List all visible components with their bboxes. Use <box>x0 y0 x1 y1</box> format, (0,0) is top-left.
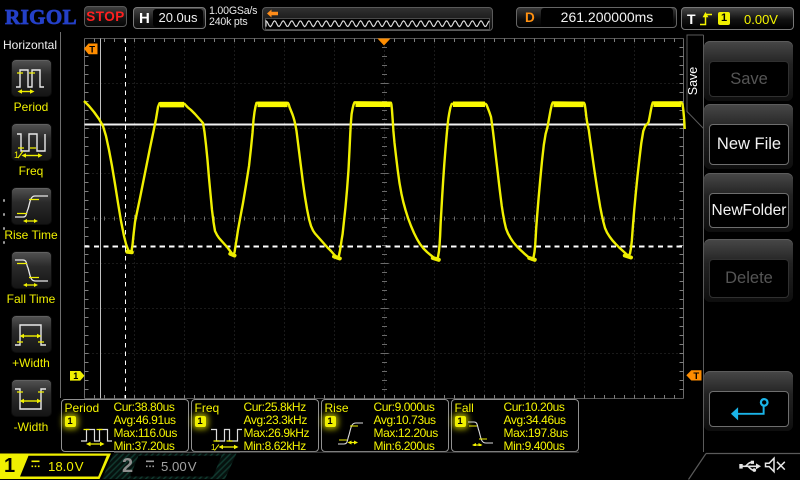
svg-text:1: 1 <box>73 371 78 381</box>
svg-text:T: T <box>693 371 699 382</box>
svg-text:1: 1 <box>14 150 19 160</box>
svg-text:T: T <box>89 44 95 55</box>
